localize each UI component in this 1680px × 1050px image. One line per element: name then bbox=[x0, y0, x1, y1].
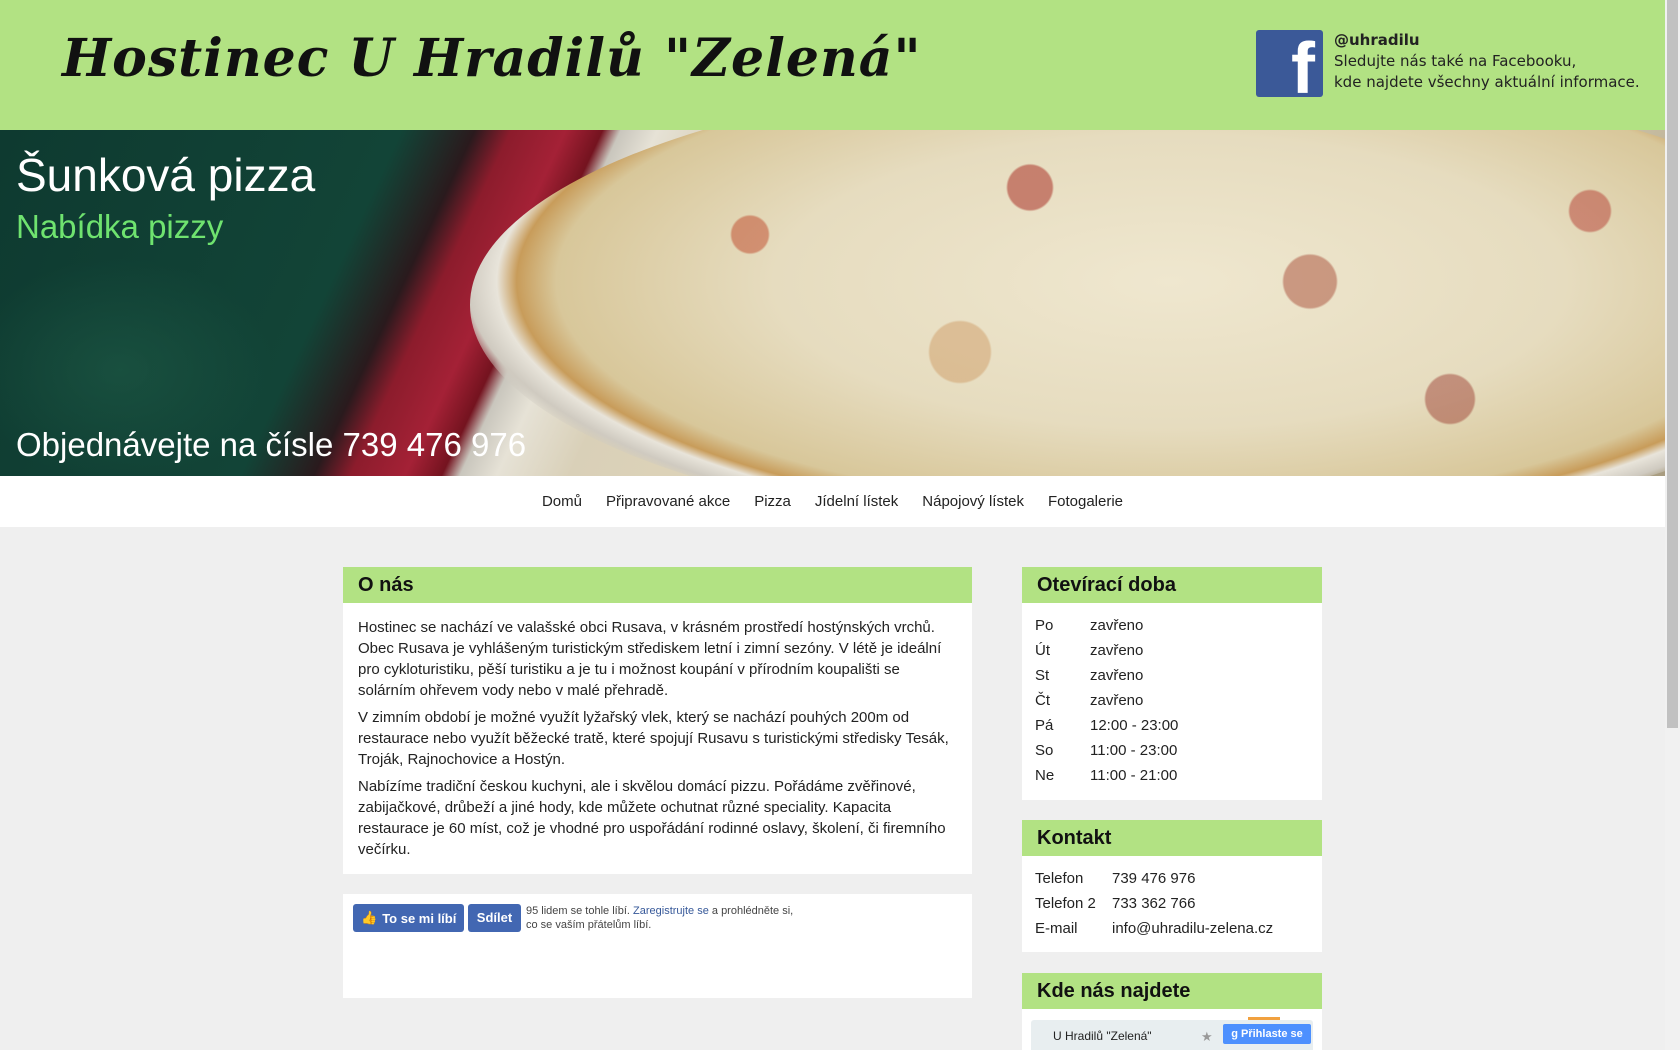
like-button-label: To se mi líbí bbox=[382, 910, 457, 926]
opening-hours-table: Po zavřeno Út zavřeno St zavřeno Čt zavřeno … bbox=[1022, 603, 1322, 788]
hours-row: Ne 11:00 - 21:00 bbox=[1035, 763, 1309, 788]
contact-row: E-mail info@uhradilu-zelena.cz bbox=[1035, 916, 1309, 941]
hero-pizza-image bbox=[470, 130, 1665, 476]
hours-time: zavřeno bbox=[1090, 692, 1144, 709]
hours-time: zavřeno bbox=[1090, 667, 1144, 684]
contact-label: Telefon 2 bbox=[1035, 895, 1096, 912]
hero-subtitle: Nabídka pizzy bbox=[16, 208, 224, 245]
map-title: Kde nás najdete bbox=[1022, 973, 1322, 1009]
nav-item-home[interactable]: Domů bbox=[542, 493, 582, 510]
facebook-promo-text: @uhradilu Sledujte nás také na Facebooku… bbox=[1334, 30, 1640, 97]
hours-day: Út bbox=[1035, 642, 1050, 659]
hours-time: zavřeno bbox=[1090, 642, 1144, 659]
hours-time: zavřeno bbox=[1090, 617, 1144, 634]
star-icon[interactable]: ★ bbox=[1201, 1030, 1213, 1045]
about-body: Hostinec se nachází ve valašské obci Rus… bbox=[343, 603, 972, 860]
contact-label: Telefon bbox=[1035, 870, 1084, 887]
hours-day: Čt bbox=[1035, 692, 1050, 709]
facebook-like-box: 👍 To se mi líbí Sdílet 95 lidem se tohle… bbox=[343, 894, 972, 998]
hours-time: 12:00 - 23:00 bbox=[1090, 717, 1179, 734]
map-signin-button[interactable]: g Přihlaste se bbox=[1223, 1024, 1311, 1044]
nav-item-events[interactable]: Připravované akce bbox=[606, 493, 730, 510]
hero-order-text: Objednávejte na čísle 739 476 976 bbox=[16, 426, 527, 463]
map-place-label[interactable]: U Hradilů "Zelená" bbox=[1053, 1029, 1152, 1043]
site-header: Hostinec U Hradilů "Zelená" f @uhradilu … bbox=[0, 0, 1665, 130]
hero-title: Šunková pizza bbox=[16, 149, 316, 201]
facebook-promo[interactable]: f @uhradilu Sledujte nás také na Faceboo… bbox=[1256, 30, 1640, 97]
nav-item-pizza[interactable]: Pizza bbox=[754, 493, 791, 510]
hours-day: St bbox=[1035, 667, 1050, 684]
main-nav: Domů Připravované akce Pizza Jídelní lís… bbox=[0, 476, 1665, 527]
hours-row: Po zavřeno bbox=[1035, 613, 1309, 638]
like-count: 95 lidem se tohle líbí. bbox=[526, 905, 630, 917]
opening-hours-title: Otevírací doba bbox=[1022, 567, 1322, 603]
nav-item-gallery[interactable]: Fotogalerie bbox=[1048, 493, 1123, 510]
nav-item-menu[interactable]: Jídelní lístek bbox=[815, 493, 898, 510]
about-title: O nás bbox=[343, 567, 972, 603]
hero-banner: Šunková pizza Nabídka pizzy Objednávejte… bbox=[0, 130, 1665, 476]
hours-row: Út zavřeno bbox=[1035, 638, 1309, 663]
embedded-map[interactable]: U Hradilů "Zelená" ★ g Přihlaste se bbox=[1031, 1020, 1313, 1050]
about-paragraph: Nabízíme tradiční českou kuchyni, ale i … bbox=[358, 778, 946, 858]
contact-title: Kontakt bbox=[1022, 820, 1322, 856]
register-link[interactable]: Zaregistrujte se bbox=[633, 905, 709, 917]
hours-row: So 11:00 - 23:00 bbox=[1035, 738, 1309, 763]
map-signin-label: Přihlaste se bbox=[1241, 1028, 1303, 1040]
hours-day: So bbox=[1035, 742, 1054, 759]
like-text-after: a prohlédněte si, bbox=[711, 905, 794, 917]
hours-row: St zavřeno bbox=[1035, 663, 1309, 688]
page-scrollbar[interactable] bbox=[1665, 0, 1680, 1050]
site-title[interactable]: Hostinec U Hradilů "Zelená" bbox=[62, 28, 922, 89]
hours-row: Pá 12:00 - 23:00 bbox=[1035, 713, 1309, 738]
scrollbar-thumb[interactable] bbox=[1667, 0, 1678, 728]
about-panel: O nás Hostinec se nachází ve valašské ob… bbox=[343, 567, 972, 874]
facebook-promo-line2: kde najdete všechny aktuální informace. bbox=[1334, 73, 1640, 91]
contact-phone-2[interactable]: 733 362 766 bbox=[1112, 891, 1195, 916]
about-paragraph: Hostinec se nachází ve valašské obci Rus… bbox=[358, 619, 942, 699]
contact-label: E-mail bbox=[1035, 920, 1078, 937]
like-text-line2: co se vaším přátelům líbí. bbox=[526, 919, 652, 931]
contact-row: Telefon 739 476 976 bbox=[1035, 866, 1309, 891]
about-paragraph: V zimním období je možné využít lyžařský… bbox=[358, 709, 949, 768]
facebook-handle[interactable]: @uhradilu bbox=[1334, 30, 1640, 51]
hours-row: Čt zavřeno bbox=[1035, 688, 1309, 713]
contact-table: Telefon 739 476 976 Telefon 2 733 362 766 … bbox=[1022, 856, 1322, 941]
share-button[interactable]: Sdílet bbox=[468, 904, 521, 932]
contact-row: Telefon 2 733 362 766 bbox=[1035, 891, 1309, 916]
facebook-promo-line1: Sledujte nás také na Facebooku, bbox=[1334, 52, 1577, 70]
hours-time: 11:00 - 23:00 bbox=[1090, 742, 1178, 759]
thumbs-up-icon: 👍 bbox=[361, 910, 378, 925]
contact-panel: Kontakt Telefon 739 476 976 Telefon 2 733 … bbox=[1022, 820, 1322, 952]
opening-hours-panel: Otevírací doba Po zavřeno Út zavřeno St zav… bbox=[1022, 567, 1322, 800]
hours-day: Po bbox=[1035, 617, 1054, 634]
contact-email[interactable]: info@uhradilu-zelena.cz bbox=[1112, 916, 1273, 941]
contact-phone[interactable]: 739 476 976 bbox=[1112, 866, 1195, 891]
map-panel: Kde nás najdete U Hradilů "Zelená" ★ g P… bbox=[1022, 973, 1322, 1050]
hours-day: Pá bbox=[1035, 717, 1054, 734]
facebook-icon[interactable]: f bbox=[1256, 30, 1323, 97]
like-count-text: 95 lidem se tohle líbí. Zaregistrujte se… bbox=[526, 904, 793, 932]
nav-item-drinks[interactable]: Nápojový lístek bbox=[922, 493, 1024, 510]
hours-day: Ne bbox=[1035, 767, 1055, 784]
hours-time: 11:00 - 21:00 bbox=[1090, 767, 1178, 784]
like-button[interactable]: 👍 To se mi líbí bbox=[353, 904, 464, 932]
